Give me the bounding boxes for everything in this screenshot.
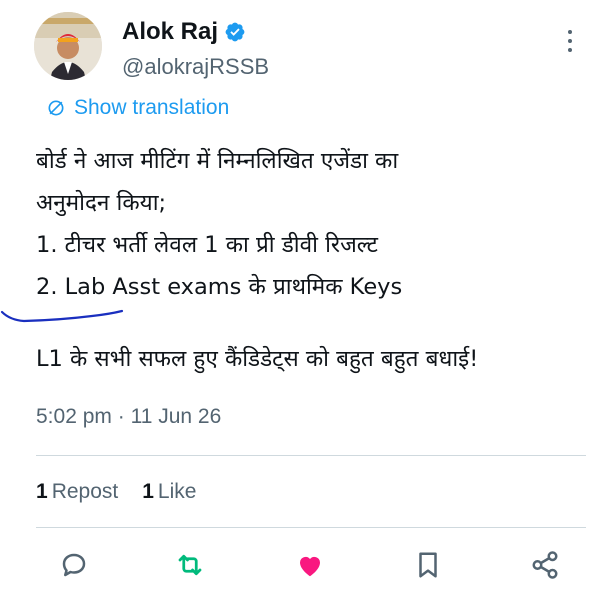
divider (36, 455, 586, 456)
tweet-text-line: अनुमोदन किया; (36, 190, 167, 216)
show-translation-button[interactable]: Show translation (46, 96, 229, 120)
author-handle[interactable]: @alokrajRSSB (122, 54, 269, 80)
reply-icon (62, 553, 86, 577)
reposts-label: Repost (51, 480, 119, 503)
tweet-header: Alok Raj @alokrajRSSB (34, 12, 584, 82)
tweet-text-line: बोर्ड ने आज मीटिंग में निम्नलिखित एजेंडा… (36, 148, 399, 174)
tweet-date: 11 Jun 26 (130, 405, 222, 428)
share-button[interactable] (529, 549, 561, 581)
more-options-icon[interactable] (566, 30, 574, 56)
tweet-timestamp[interactable]: 5:02 pm · 11 Jun 26 (36, 405, 221, 429)
likes-count: 1 (142, 480, 154, 503)
tweet-time: 5:02 pm (36, 405, 112, 428)
avatar[interactable] (34, 12, 102, 80)
action-bar (36, 545, 591, 585)
bookmark-icon (419, 552, 437, 578)
reposts-stat[interactable]: 1 Repost (36, 480, 118, 504)
tweet-text-line: L1 के सभी सफल हुए कैंडिडेट्स को बहुत बहु… (36, 346, 479, 372)
verified-badge-icon (225, 22, 245, 42)
tweet-text-line: 1. टीचर भर्ती लेवल 1 का प्री डीवी रिजल्ट (36, 232, 378, 258)
likes-label: Like (157, 480, 197, 503)
repost-icon (178, 554, 202, 576)
handdrawn-underline-annotation (0, 309, 124, 323)
like-icon (300, 556, 320, 577)
reposts-count: 1 (36, 480, 48, 503)
author-name-row: Alok Raj (122, 18, 246, 46)
reply-button[interactable] (58, 549, 90, 581)
likes-stat[interactable]: 1 Like (142, 480, 196, 504)
translate-icon (48, 100, 64, 116)
tweet-text: बोर्ड ने आज मीटिंग में निम्नलिखित एजेंडा… (36, 140, 591, 380)
tweet-stats: 1 Repost 1 Like (36, 480, 220, 504)
share-icon (532, 551, 558, 579)
timestamp-separator: · (117, 405, 125, 428)
repost-button[interactable] (174, 549, 206, 581)
author-name[interactable]: Alok Raj (122, 18, 218, 46)
bookmark-button[interactable] (412, 549, 444, 581)
like-button[interactable] (294, 549, 326, 581)
divider (36, 527, 586, 528)
show-translation-label: Show translation (74, 96, 230, 119)
